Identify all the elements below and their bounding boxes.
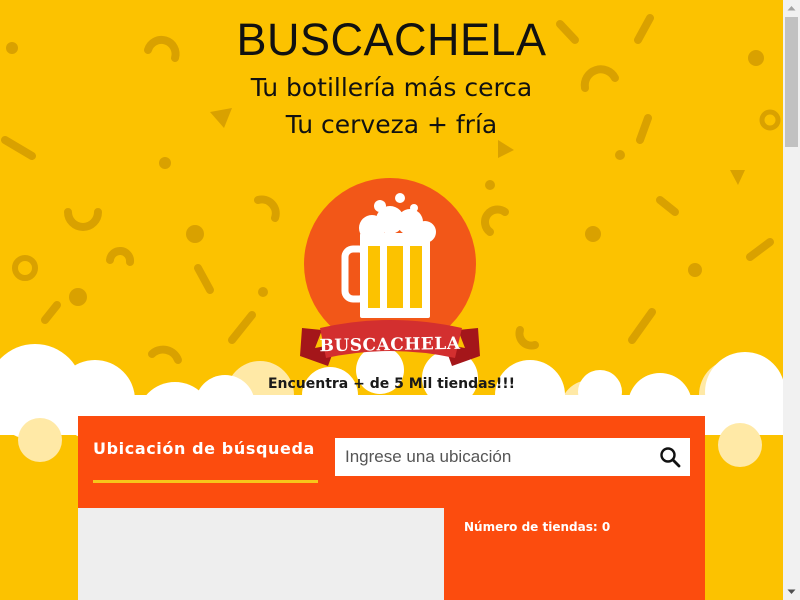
vertical-scrollbar[interactable] <box>783 0 800 600</box>
search-location-label: Ubicación de búsqueda <box>93 439 315 458</box>
map-area[interactable] <box>78 508 444 600</box>
search-box <box>335 438 690 476</box>
scroll-down-arrow-icon[interactable] <box>783 583 800 600</box>
tagline-secondary: Tu cerveza + fría <box>285 110 498 139</box>
search-panel: Ubicación de búsqueda <box>78 416 705 508</box>
results-panel: Número de tiendas: 0 <box>444 508 705 600</box>
scroll-up-arrow-icon[interactable] <box>783 0 800 17</box>
search-icon[interactable] <box>658 445 682 469</box>
logo-banner-text: BUSCACHELA <box>319 333 461 357</box>
store-count: Número de tiendas: 0 <box>464 520 611 534</box>
scrollbar-thumb[interactable] <box>785 17 798 147</box>
promo-text: Encuentra + de 5 Mil tiendas!!! <box>267 376 516 392</box>
location-search-input[interactable] <box>335 438 645 476</box>
label-underline <box>93 480 318 483</box>
site-title: BUSCACHELA <box>236 14 547 65</box>
tagline-primary: Tu botillería más cerca <box>250 73 533 102</box>
page-viewport: BUSCACHELA Tu botillería más cerca Tu ce… <box>0 0 783 600</box>
